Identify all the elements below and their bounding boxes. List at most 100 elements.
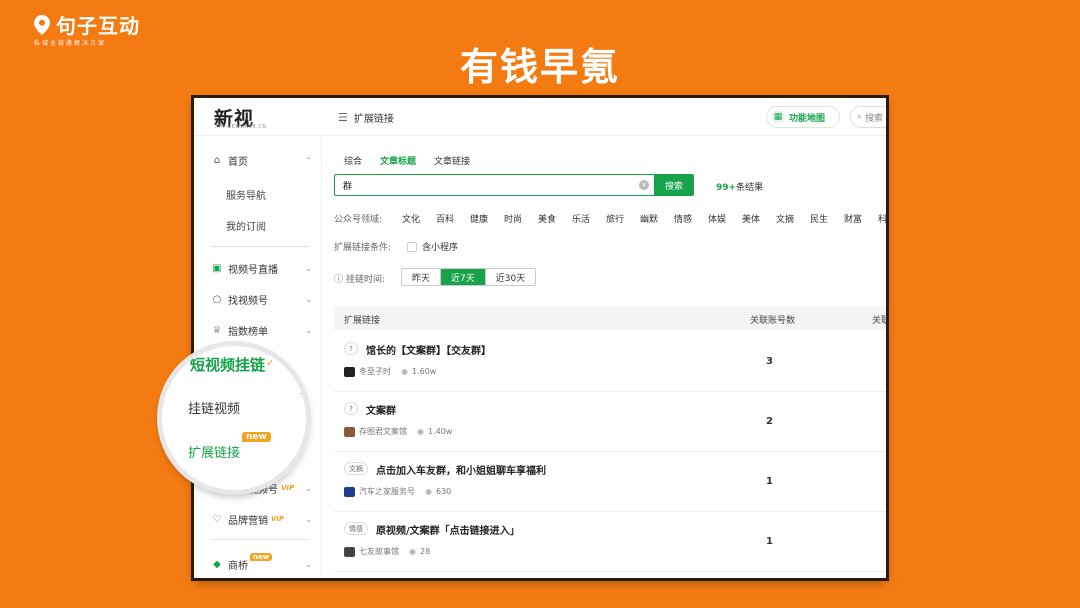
avatar: [344, 486, 355, 497]
sidebar-item-rank[interactable]: ♕ 指数榜单 ⌄: [210, 320, 312, 340]
divider: [210, 539, 310, 540]
search-button[interactable]: 搜索: [654, 174, 694, 196]
category-item[interactable]: 情感: [674, 212, 708, 225]
tab-article-link[interactable]: 文章链接: [434, 154, 470, 167]
top-search-placeholder: 搜索: [865, 113, 884, 124]
row-title[interactable]: 点击加入车友群，和小姐姐聊车享福利: [376, 462, 546, 477]
sidebar-item-label: 视频号直播: [228, 264, 278, 276]
row-tag: ?: [344, 342, 358, 355]
row-title[interactable]: 文案群: [366, 402, 396, 417]
chevron-down-icon: ⌄: [305, 483, 312, 493]
search-input[interactable]: 群 ×: [334, 174, 656, 196]
result-count: 99+条结果: [716, 180, 763, 193]
mini-program-checkbox[interactable]: 含小程序: [407, 240, 458, 253]
category-item[interactable]: 体娱: [708, 212, 742, 225]
eye-icon: ◉: [401, 367, 408, 376]
trophy-icon: ♕: [212, 324, 222, 336]
sidebar-item-mount-video[interactable]: 挂链视频: [188, 398, 240, 417]
account-name[interactable]: 存图君文案馆: [359, 426, 407, 437]
divider: [210, 246, 310, 247]
search-tabs: 综合 文章标题 文章链接: [344, 154, 470, 167]
sidebar-item-brand-marketing[interactable]: ♡ 品牌营销 VIP ⌄: [210, 509, 312, 529]
sidebar-item-home[interactable]: ⌂ 首页 ⌃: [210, 150, 312, 170]
row-title[interactable]: 馆长的【文案群】【交友群】: [366, 342, 491, 357]
home-icon: ⌂: [213, 154, 221, 166]
chevron-down-icon: ⌄: [305, 325, 312, 335]
vip-badge: VIP: [271, 515, 285, 523]
sidebar-item-label: 首页: [228, 156, 248, 168]
table-row[interactable]: 情感 原视频/文案群「点击链接进入」 七友故事馆 ◉ 28 1: [334, 512, 886, 572]
eye-icon: ◉: [425, 487, 432, 496]
table-row[interactable]: 文摘 点击加入车友群，和小姐姐聊车享福利 汽车之家服务号 ◉ 630 1: [334, 452, 886, 512]
time-option-30days[interactable]: 近30天: [486, 269, 535, 285]
row-title[interactable]: 原视频/文案群「点击链接进入」: [376, 522, 520, 537]
breadcrumb[interactable]: ☰ 扩展链接: [338, 110, 394, 125]
category-item[interactable]: 时尚: [504, 212, 538, 225]
tab-article-title[interactable]: 文章标题: [380, 154, 416, 167]
eye-icon: ◉: [417, 427, 424, 436]
table-row[interactable]: ? 馆长的【文案群】【交友群】 冬至子时 ◉ 1.60w 3: [334, 332, 886, 392]
account-name[interactable]: 汽车之家服务号: [359, 486, 415, 497]
vip-badge: ✓: [266, 358, 275, 369]
chevron-up-icon: ⌃: [305, 155, 312, 165]
category-item[interactable]: 健康: [470, 212, 504, 225]
category-item[interactable]: 旅行: [606, 212, 640, 225]
tab-all[interactable]: 综合: [344, 154, 362, 167]
account-count: 3: [766, 356, 773, 367]
top-bar: 新视 XIN.NEWRANK.CN ☰ 扩展链接 ▦ 功能地图 ⌕ 搜索: [194, 98, 886, 136]
menu-icon[interactable]: ☰: [338, 111, 348, 124]
account-name[interactable]: 七友故事馆: [359, 546, 399, 557]
category-item[interactable]: 民生: [810, 212, 844, 225]
top-search-input[interactable]: ⌕ 搜索: [850, 106, 886, 128]
brand-logo: 句子互动: [34, 10, 140, 39]
category-item[interactable]: 幽默: [640, 212, 674, 225]
checkbox-box[interactable]: [407, 241, 417, 252]
category-item[interactable]: 乐活: [572, 212, 606, 225]
search-value: 群: [343, 181, 353, 192]
time-label-text: 挂链时间:: [346, 275, 386, 285]
category-item[interactable]: 科: [878, 212, 886, 225]
chevron-down-icon: ⌄: [305, 514, 312, 524]
chevron-down-icon: ⌄: [305, 294, 312, 304]
sidebar-item-ext-link[interactable]: 扩展链接: [188, 442, 240, 461]
category-item[interactable]: 美食: [538, 212, 572, 225]
bridge-icon: ◆: [213, 558, 221, 570]
category-item[interactable]: 财富: [844, 212, 878, 225]
column-header-accounts[interactable]: 关联账号数: [750, 313, 795, 326]
chevron-down-icon: ⌄: [305, 559, 312, 569]
sidebar-item-find-channel[interactable]: ○ 找视频号 ⌄: [210, 289, 312, 309]
account-name[interactable]: 冬至子时: [359, 366, 391, 377]
avatar: [344, 366, 355, 377]
checkbox-label: 含小程序: [422, 243, 459, 253]
sidebar-item-live[interactable]: ▣ 视频号直播 ⌄: [210, 258, 312, 278]
sidebar-item-my-subs[interactable]: 我的订阅: [226, 218, 266, 233]
help-icon[interactable]: ⓘ: [334, 272, 343, 285]
time-option-7days[interactable]: 近7天: [441, 269, 486, 285]
row-account: 汽车之家服务号 ◉ 630: [344, 486, 451, 497]
category-item[interactable]: 文摘: [776, 212, 810, 225]
view-count: 1.60w: [411, 367, 437, 376]
sidebar-item-short-video[interactable]: 短视频挂链: [190, 354, 265, 375]
category-item[interactable]: 百科: [436, 212, 470, 225]
sidebar-item-label: 找视频号: [228, 295, 268, 307]
row-tag: 情感: [344, 522, 368, 535]
grid-icon: ▦: [771, 110, 785, 124]
main-panel: 综合 文章标题 文章链接 群 × 搜索 99+条结果 公众号领域: 文化 百科 …: [322, 136, 886, 578]
clear-icon[interactable]: ×: [639, 180, 649, 190]
function-map-button[interactable]: ▦ 功能地图: [766, 106, 840, 128]
category-item[interactable]: 文化: [402, 212, 436, 225]
time-option-yesterday[interactable]: 昨天: [402, 269, 442, 285]
sidebar-item-label: 商桥: [228, 560, 248, 572]
row-tag: 文摘: [344, 462, 368, 475]
column-header-link: 扩展链接: [344, 316, 381, 326]
sidebar-item-service-nav[interactable]: 服务导航: [226, 187, 266, 202]
slide-title: 有钱早氪: [459, 45, 620, 89]
table-row[interactable]: ? 文案群 存图君文案馆 ◉ 1.40w 2: [334, 392, 886, 452]
column-header-extra[interactable]: 关联: [872, 313, 886, 326]
breadcrumb-label: 扩展链接: [353, 114, 394, 125]
domain-label: 公众号领域:: [334, 215, 383, 225]
function-map-label: 功能地图: [789, 113, 826, 124]
time-filter-label: ⓘ 挂链时间:: [334, 272, 385, 285]
category-item[interactable]: 美体: [742, 212, 776, 225]
row-account: 冬至子时 ◉ 1.60w: [344, 366, 436, 377]
